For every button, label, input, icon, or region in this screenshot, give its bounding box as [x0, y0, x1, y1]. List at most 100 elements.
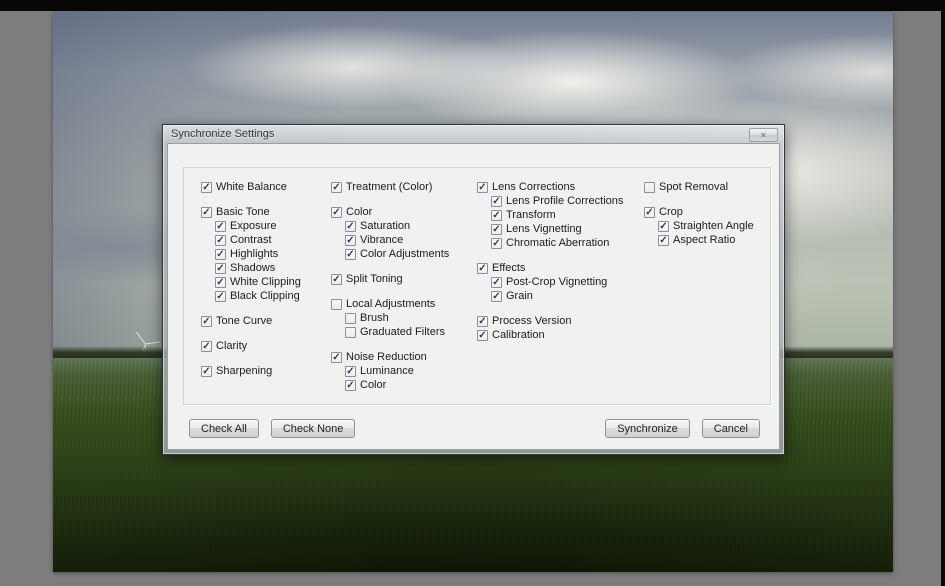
checkbox-checked[interactable]: ✓	[491, 210, 502, 221]
checkbox-item[interactable]: ✓Transform	[491, 208, 623, 222]
checkbox-checked[interactable]: ✓	[331, 352, 342, 363]
checkbox-checked[interactable]: ✓	[491, 291, 502, 302]
checkbox-checked[interactable]: ✓	[215, 235, 226, 246]
checkbox-item[interactable]: ✓Effects	[477, 261, 623, 275]
checkbox-checked[interactable]: ✓	[201, 316, 212, 327]
checkbox-checked[interactable]: ✓	[491, 224, 502, 235]
checkbox-item[interactable]: Spot Removal	[644, 180, 754, 194]
checkbox-checked[interactable]: ✓	[201, 366, 212, 377]
check-none-button[interactable]: Check None	[271, 419, 356, 438]
checkbox-checked[interactable]: ✓	[201, 341, 212, 352]
checkbox-label: Lens Vignetting	[506, 223, 582, 235]
checkbox-item[interactable]: ✓Highlights	[215, 247, 301, 261]
checkbox-group: ✓Color✓Saturation✓Vibrance✓Color Adjustm…	[331, 205, 449, 261]
checkbox-checked[interactable]: ✓	[644, 207, 655, 218]
checkbox-label: Contrast	[230, 234, 272, 246]
checkbox-item[interactable]: ✓Treatment (Color)	[331, 180, 449, 194]
checkbox-checked[interactable]: ✓	[215, 249, 226, 260]
checkbox-item[interactable]: Graduated Filters	[345, 325, 449, 339]
checkbox-item[interactable]: Brush	[345, 311, 449, 325]
checkbox-unchecked[interactable]	[644, 182, 655, 193]
checkbox-label: Noise Reduction	[346, 351, 427, 363]
checkbox-item[interactable]: ✓ Calibration	[477, 328, 623, 342]
checkbox-checked[interactable]: ✓	[331, 207, 342, 218]
checkbox-checked[interactable]: ✓	[658, 221, 669, 232]
checkbox-checked[interactable]: ✓	[201, 207, 212, 218]
checkbox-checked[interactable]: ✓	[345, 366, 356, 377]
checkbox-label: Lens Profile Corrections	[506, 195, 623, 207]
dialog-titlebar[interactable]: Synchronize Settings ✕	[163, 125, 784, 143]
checkbox-item[interactable]: Local Adjustments	[331, 297, 449, 311]
synchronize-button[interactable]: Synchronize	[605, 419, 690, 438]
close-button[interactable]: ✕	[749, 128, 778, 142]
checkbox-item[interactable]: ✓ Basic Tone	[201, 205, 301, 219]
checkbox-item[interactable]: ✓ Color	[345, 378, 449, 392]
checkbox-label: Basic Tone	[216, 206, 270, 218]
checkbox-checked[interactable]: ✓	[345, 221, 356, 232]
checkbox-checked[interactable]: ✓	[201, 182, 212, 193]
checkbox-checked[interactable]: ✓	[477, 182, 488, 193]
checkbox-item[interactable]: ✓Black Clipping	[215, 289, 301, 303]
checkbox-checked[interactable]: ✓	[491, 238, 502, 249]
checkbox-checked[interactable]: ✓	[215, 291, 226, 302]
checkbox-item[interactable]: ✓Split Toning	[331, 272, 449, 286]
checkbox-checked[interactable]: ✓	[491, 196, 502, 207]
checkbox-label: Local Adjustments	[346, 298, 435, 310]
checkbox-item[interactable]: ✓White Balance	[201, 180, 301, 194]
checkbox-checked[interactable]: ✓	[215, 263, 226, 274]
checkbox-checked[interactable]: ✓	[491, 277, 502, 288]
checkbox-label: Color	[360, 379, 386, 391]
checkbox-checked[interactable]: ✓	[345, 380, 356, 391]
checkbox-item[interactable]: ✓ Lens Profile Corrections	[491, 194, 623, 208]
checkbox-item[interactable]: ✓Post-Crop Vignetting	[491, 275, 623, 289]
checkbox-checked[interactable]: ✓	[477, 263, 488, 274]
checkbox-item[interactable]: ✓Aspect Ratio	[658, 233, 754, 247]
checkbox-group: ✓Clarity	[201, 339, 301, 353]
checkbox-item[interactable]: ✓Tone Curve	[201, 314, 301, 328]
checkbox-item[interactable]: ✓Process Version	[477, 314, 623, 328]
checkbox-label: Lens Corrections	[492, 181, 575, 193]
checkbox-unchecked[interactable]	[345, 327, 356, 338]
checkbox-unchecked[interactable]	[345, 313, 356, 324]
checkbox-item[interactable]: ✓ Luminance	[345, 364, 449, 378]
checkbox-checked[interactable]: ✓	[331, 182, 342, 193]
checkbox-label: Calibration	[492, 329, 545, 341]
checkbox-item[interactable]: ✓Color	[331, 205, 449, 219]
checkbox-item[interactable]: ✓ Noise Reduction	[331, 350, 449, 364]
checkbox-checked[interactable]: ✓	[331, 274, 342, 285]
checkbox-item[interactable]: ✓Clarity	[201, 339, 301, 353]
cancel-button[interactable]: Cancel	[702, 419, 760, 438]
checkbox-item[interactable]: ✓Saturation	[345, 219, 449, 233]
checkbox-checked[interactable]: ✓	[215, 221, 226, 232]
checkbox-item[interactable]: ✓ Lens Corrections	[477, 180, 623, 194]
dialog-title: Synchronize Settings	[163, 128, 274, 140]
checkbox-item[interactable]: ✓ Lens Vignetting	[491, 222, 623, 236]
checkbox-item[interactable]: ✓Crop	[644, 205, 754, 219]
checkbox-column: ✓White Balance✓Basic Tone✓Exposure✓Contr…	[201, 180, 301, 389]
checkbox-checked[interactable]: ✓	[345, 235, 356, 246]
checkbox-item[interactable]: ✓White Clipping	[215, 275, 301, 289]
checkbox-label: Chromatic Aberration	[506, 237, 609, 249]
checkbox-item[interactable]: ✓Grain	[491, 289, 623, 303]
checkbox-item[interactable]: ✓Straighten Angle	[658, 219, 754, 233]
checkbox-group: Local AdjustmentsBrushGraduated Filters	[331, 297, 449, 339]
checkbox-item[interactable]: ✓Color Adjustments	[345, 247, 449, 261]
checkbox-item[interactable]: ✓ Chromatic Aberration	[491, 236, 623, 250]
checkbox-group: ✓Tone Curve	[201, 314, 301, 328]
checkbox-group: ✓Split Toning	[331, 272, 449, 286]
checkbox-checked[interactable]: ✓	[477, 316, 488, 327]
checkbox-checked[interactable]: ✓	[345, 249, 356, 260]
checkbox-group: ✓ Noise Reduction ✓ Luminance ✓ Color	[331, 350, 449, 392]
checkbox-checked[interactable]: ✓	[658, 235, 669, 246]
dialog-footer: Check All Check None Synchronize Cancel	[168, 419, 779, 438]
checkbox-checked[interactable]: ✓	[215, 277, 226, 288]
checkbox-item[interactable]: ✓Vibrance	[345, 233, 449, 247]
checkbox-item[interactable]: ✓Sharpening	[201, 364, 301, 378]
checkbox-unchecked[interactable]	[331, 299, 342, 310]
checkbox-item[interactable]: ✓Shadows	[215, 261, 301, 275]
checkbox-item[interactable]: ✓ Contrast	[215, 233, 301, 247]
checkbox-checked[interactable]: ✓	[477, 330, 488, 341]
checkbox-item[interactable]: ✓Exposure	[215, 219, 301, 233]
checkbox-label: Luminance	[360, 365, 414, 377]
check-all-button[interactable]: Check All	[189, 419, 259, 438]
